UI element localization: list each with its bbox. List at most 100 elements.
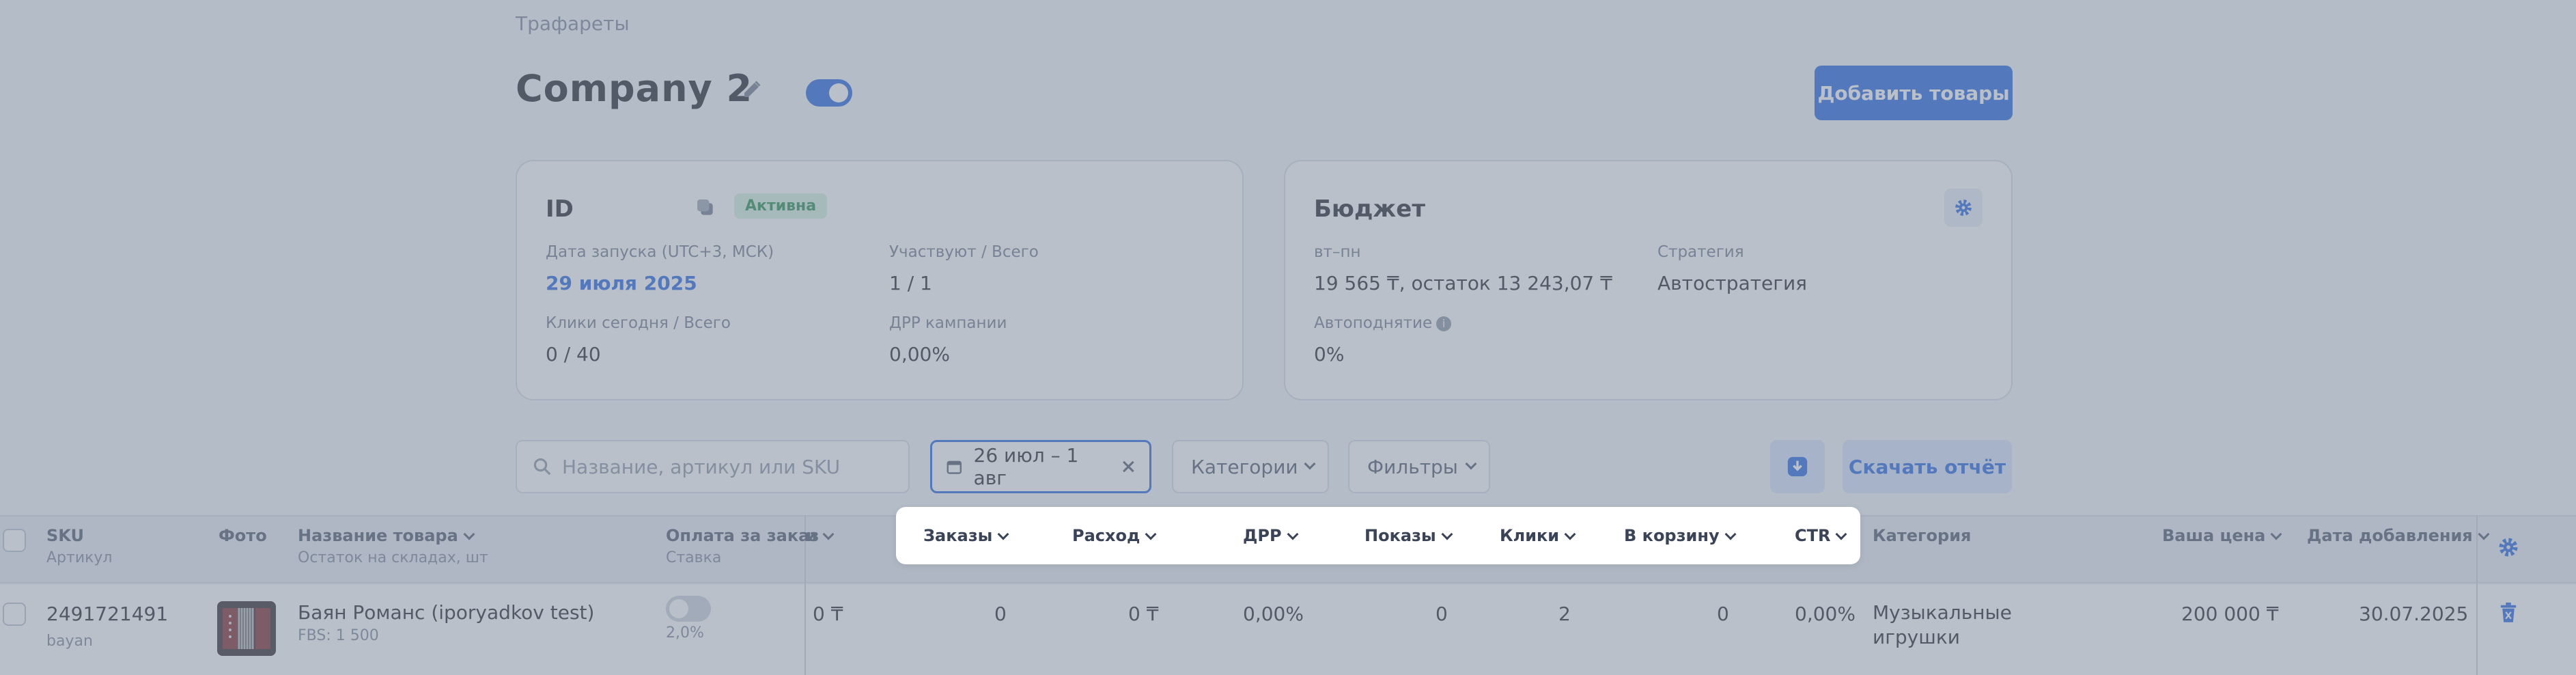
download-report-button[interactable]: Скачать отчёт <box>1843 440 2012 493</box>
header-stock: Остаток на складах, шт <box>298 549 488 566</box>
header-name[interactable]: Название товара <box>298 526 475 545</box>
header-pay[interactable]: Оплата за заказ <box>666 526 819 545</box>
launch-date-label: Дата запуска (UTC+3, МСК) <box>546 243 774 261</box>
chevron-down-icon <box>1441 528 1453 540</box>
row-drr: 0,00% <box>1243 603 1304 625</box>
clicks-label: Клики сегодня / Всего <box>546 314 731 332</box>
row-checkbox[interactable] <box>3 603 26 626</box>
header-rate: Ставка <box>666 549 722 566</box>
chevron-down-icon <box>1564 528 1576 540</box>
row-added: 30.07.2025 <box>2359 603 2469 625</box>
row-sku: 2491721491 <box>46 603 169 625</box>
copy-icon[interactable] <box>695 197 716 219</box>
chevron-down-icon <box>1304 458 1316 470</box>
categories-label: Категории <box>1191 455 1298 478</box>
calendar-icon <box>947 460 962 474</box>
chevron-down-icon <box>1835 528 1847 540</box>
page: Трафареты Company 2 Добавить товары ID А… <box>0 0 2576 675</box>
drr-label: ДРР кампании <box>889 314 1007 332</box>
header-drr[interactable]: ДРР <box>1243 526 1299 545</box>
period-label: вт–пн <box>1314 243 1361 261</box>
clicks-value: 0 / 40 <box>546 343 601 366</box>
header-added-label: Дата добавления <box>2307 526 2473 545</box>
add-products-button[interactable]: Добавить товары <box>1815 66 2013 120</box>
row-article: bayan <box>46 633 93 650</box>
pay-per-order-toggle[interactable] <box>666 596 711 622</box>
chevron-down-icon <box>1724 528 1737 540</box>
row-name[interactable]: Баян Романс (iporyadkov test) <box>298 601 594 624</box>
row-stock: FBS: 1 500 <box>298 627 379 644</box>
budget-card-title: Бюджет <box>1314 195 1426 223</box>
select-all-checkbox[interactable] <box>3 529 26 552</box>
header-price-label: Ваша цена <box>2162 526 2266 545</box>
header-expense[interactable]: Расход <box>1072 526 1157 545</box>
highlighted-columns: Заказы Расход ДРР Показы Клики В корзину… <box>896 507 1860 564</box>
filters-dropdown[interactable]: Фильтры <box>1348 440 1490 493</box>
row-expense: 0 ₸ <box>1128 603 1159 625</box>
header-photo: Фото <box>219 526 267 545</box>
period-value: 19 565 ₸, остаток 13 243,07 ₸ <box>1314 272 1612 294</box>
row-category-line2: игрушки <box>1873 626 1960 648</box>
header-clicks[interactable]: Клики <box>1500 526 1576 545</box>
chevron-down-icon <box>2478 528 2490 540</box>
row-orders: 0 <box>994 603 1007 625</box>
trash-icon[interactable] <box>2498 601 2519 624</box>
row-hidden-value: 0 ₸ <box>813 603 843 625</box>
header-ctr-label: CTR <box>1795 526 1831 545</box>
autoraise-value: 0% <box>1314 343 1345 366</box>
header-orders-label: Заказы <box>923 526 993 545</box>
search-placeholder: Название, артикул или SKU <box>562 455 841 478</box>
chevron-down-icon <box>1287 528 1299 540</box>
header-orders[interactable]: Заказы <box>923 526 1009 545</box>
search-input[interactable]: Название, артикул или SKU <box>516 440 910 493</box>
download-icon <box>1787 456 1808 477</box>
strategy-label: Стратегия <box>1657 243 1744 261</box>
table-row <box>0 585 2576 675</box>
breadcrumb[interactable]: Трафареты <box>516 12 630 35</box>
header-hidden[interactable]: и <box>806 526 835 545</box>
header-sku[interactable]: SKU <box>46 526 84 545</box>
chevron-down-icon <box>822 528 835 540</box>
id-card: ID Активна Дата запуска (UTC+3, МСК) 29 … <box>516 160 1244 400</box>
header-cart-label: В корзину <box>1624 526 1720 545</box>
id-card-title: ID <box>546 195 574 223</box>
header-category: Категория <box>1873 526 1972 545</box>
chevron-down-icon <box>997 528 1009 540</box>
launch-date-value[interactable]: 29 июля 2025 <box>546 272 697 294</box>
row-ctr: 0,00% <box>1795 603 1856 625</box>
header-name-label: Название товара <box>298 526 458 545</box>
header-impressions-label: Показы <box>1364 526 1436 545</box>
header-ctr[interactable]: CTR <box>1795 526 1847 545</box>
drr-value: 0,00% <box>889 343 950 366</box>
status-badge: Активна <box>734 193 828 219</box>
strategy-value: Автостратегия <box>1657 272 1808 294</box>
download-icon-button[interactable] <box>1770 440 1825 493</box>
participate-label: Участвуют / Всего <box>889 243 1039 261</box>
categories-dropdown[interactable]: Категории <box>1172 440 1329 493</box>
search-icon <box>533 458 551 476</box>
pencil-icon[interactable] <box>740 77 765 101</box>
gear-icon[interactable] <box>2497 536 2520 559</box>
participate-value: 1 / 1 <box>889 272 932 294</box>
row-rate: 2,0% <box>666 624 704 642</box>
header-added[interactable]: Дата добавления <box>2307 526 2490 545</box>
info-icon[interactable]: i <box>1436 316 1452 331</box>
header-impressions[interactable]: Показы <box>1364 526 1453 545</box>
header-cart[interactable]: В корзину <box>1624 526 1737 545</box>
product-photo[interactable] <box>217 601 276 656</box>
autoraise-label: Автоподнятие i <box>1314 314 1452 332</box>
budget-settings-button[interactable] <box>1944 189 1983 227</box>
row-cart: 0 <box>1717 603 1729 625</box>
filters-label: Фильтры <box>1367 455 1458 478</box>
date-range-picker[interactable]: 26 июл – 1 авг <box>930 440 1151 493</box>
date-range-value: 26 июл – 1 авг <box>973 444 1079 489</box>
campaign-active-toggle[interactable] <box>806 79 852 107</box>
row-category-line1: Музыкальные <box>1873 601 2012 624</box>
header-expense-label: Расход <box>1072 526 1140 545</box>
header-price[interactable]: Ваша цена <box>2162 526 2282 545</box>
header-drr-label: ДРР <box>1243 526 1282 545</box>
chevron-down-icon <box>1145 528 1157 540</box>
chevron-down-icon <box>2270 528 2282 540</box>
page-title: Company 2 <box>516 67 753 110</box>
close-icon[interactable] <box>1120 458 1137 476</box>
